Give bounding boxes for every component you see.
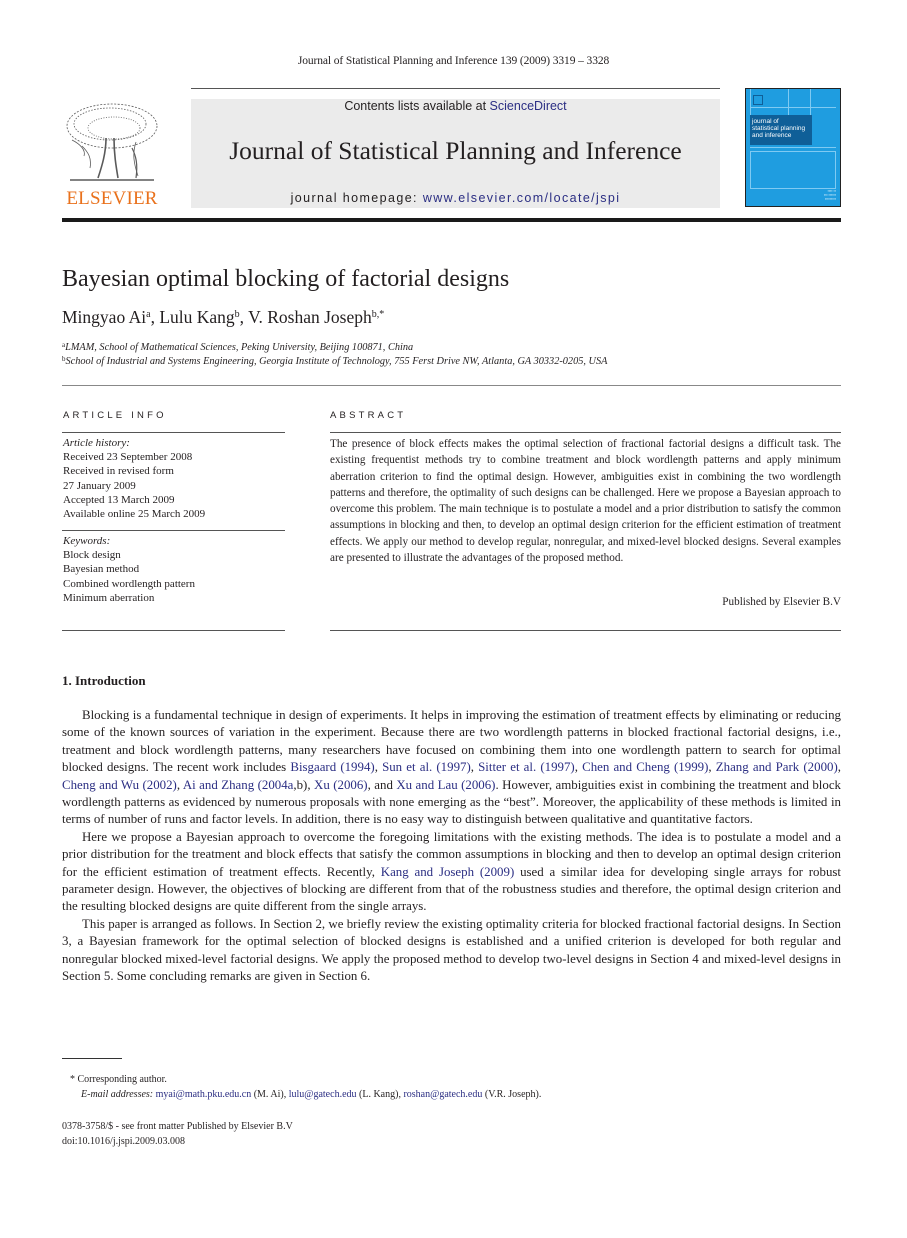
email-link[interactable]: roshan@gatech.edu bbox=[403, 1089, 482, 1100]
author: Mingyao Aia, bbox=[62, 307, 160, 327]
elsevier-logo[interactable]: ELSEVIER bbox=[62, 98, 162, 210]
running-head: Journal of Statistical Planning and Infe… bbox=[297, 55, 610, 67]
doi: doi:10.1016/j.jspi.2009.03.008 bbox=[62, 1136, 186, 1147]
history-label: Article history: bbox=[63, 437, 130, 449]
section-heading-introduction: 1. Introduction bbox=[62, 673, 146, 688]
history-item: Received in revised form bbox=[63, 465, 174, 478]
issn-line: 0378-3758/$ - see front matter Published… bbox=[62, 1121, 293, 1132]
keyword: Minimum aberration bbox=[63, 591, 155, 604]
history-item: 27 January 2009 bbox=[63, 479, 136, 492]
citation-link[interactable]: Zhang and Park (2000) bbox=[716, 760, 838, 774]
divider bbox=[330, 432, 841, 433]
citation-link[interactable]: Sun et al. (1997) bbox=[382, 760, 471, 774]
citation-link[interactable]: Cheng and Wu (2002) bbox=[62, 778, 177, 792]
cover-title-line: and inference bbox=[752, 132, 792, 139]
paragraph: Here we propose a Bayesian approach to o… bbox=[62, 829, 841, 914]
divider bbox=[62, 630, 285, 631]
article-history: Article history: Received 23 September 2… bbox=[63, 436, 285, 521]
contents-line: Contents lists available at ScienceDirec… bbox=[191, 99, 720, 113]
cover-logo-icon bbox=[753, 95, 763, 105]
cover-title-line: journal of bbox=[752, 118, 779, 125]
bottom-meta: 0378-3758/$ - see front matter Published… bbox=[62, 1119, 293, 1149]
email-label: E-mail addresses: bbox=[81, 1089, 156, 1100]
cover-imprint: ▪▪▪▪ ▪▪ ▪▪▪ ▪▪▪▪▪▪ ▪▪▪▪▪▪▪▪▪ bbox=[823, 189, 836, 201]
keyword: Bayesian method bbox=[63, 563, 140, 576]
journal-title: Journal of Statistical Planning and Infe… bbox=[229, 136, 682, 165]
article-title: Bayesian optimal blocking of factorial d… bbox=[62, 266, 510, 292]
abstract-heading: ABSTRACT bbox=[330, 410, 407, 421]
elsevier-wordmark: ELSEVIER bbox=[66, 188, 158, 209]
cover-title-line: statistical planning bbox=[752, 125, 806, 132]
affiliation-a: aLMAM, School of Mathematical Sciences, … bbox=[62, 341, 414, 353]
cover-title-panel: journal of statistical planning and infe… bbox=[750, 115, 812, 145]
abstract-text: The presence of block effects makes the … bbox=[330, 438, 841, 565]
keyword: Block design bbox=[63, 549, 121, 562]
citation-link[interactable]: Kang and Joseph (2009) bbox=[381, 865, 514, 879]
header-rule bbox=[191, 88, 720, 89]
contents-prefix: Contents lists available at bbox=[344, 99, 490, 113]
citation-link[interactable]: Sitter et al. (1997) bbox=[478, 760, 575, 774]
email-link[interactable]: myai@math.pku.edu.cn bbox=[156, 1089, 252, 1100]
corresponding-author-note: * Corresponding author. bbox=[70, 1074, 167, 1085]
citation-link[interactable]: Chen and Cheng (1999) bbox=[582, 760, 708, 774]
journal-cover-thumbnail[interactable]: journal of statistical planning and infe… bbox=[745, 88, 841, 207]
sciencedirect-link[interactable]: ScienceDirect bbox=[490, 99, 567, 113]
publisher-note: Published by Elsevier B.V bbox=[722, 596, 841, 608]
journal-banner: Contents lists available at ScienceDirec… bbox=[191, 99, 720, 208]
introduction-body: Blocking is a fundamental technique in d… bbox=[62, 707, 841, 986]
homepage-line: journal homepage: www.elsevier.com/locat… bbox=[191, 191, 720, 205]
author-list: Mingyao Aia, Lulu Kangb, V. Roshan Josep… bbox=[62, 307, 384, 328]
citation-link[interactable]: Xu (2006) bbox=[314, 778, 368, 792]
author: V. Roshan Josephb,* bbox=[248, 307, 385, 327]
divider bbox=[330, 630, 841, 631]
homepage-prefix: journal homepage: bbox=[290, 191, 423, 205]
paragraph: This paper is arranged as follows. In Se… bbox=[62, 916, 841, 984]
keywords: Keywords: Block design Bayesian method C… bbox=[63, 534, 285, 605]
keyword: Combined wordlength pattern bbox=[63, 577, 195, 590]
affiliation-b: bSchool of Industrial and Systems Engine… bbox=[62, 355, 608, 367]
citation-link[interactable]: Bisgaard (1994) bbox=[290, 760, 374, 774]
divider bbox=[62, 432, 285, 433]
email-link[interactable]: lulu@gatech.edu bbox=[289, 1089, 357, 1100]
divider bbox=[62, 385, 841, 386]
homepage-link[interactable]: www.elsevier.com/locate/jspi bbox=[423, 191, 621, 205]
elsevier-tree-icon bbox=[66, 103, 158, 181]
footnote-rule bbox=[62, 1058, 122, 1059]
history-item: Accepted 13 March 2009 bbox=[63, 493, 175, 506]
citation-link[interactable]: Xu and Lau (2006) bbox=[396, 778, 495, 792]
divider bbox=[62, 530, 285, 531]
article-info-heading: ARTICLE INFO bbox=[63, 410, 167, 421]
history-item: Available online 25 March 2009 bbox=[63, 508, 206, 521]
citation-link[interactable]: Ai and Zhang (2004a bbox=[183, 778, 294, 792]
paragraph: Blocking is a fundamental technique in d… bbox=[62, 708, 842, 827]
header-thick-rule bbox=[62, 218, 841, 222]
email-addresses: E-mail addresses: myai@math.pku.edu.cn (… bbox=[81, 1089, 542, 1100]
cover-content-box bbox=[750, 151, 836, 189]
author: Lulu Kangb, bbox=[159, 307, 249, 327]
history-item: Received 23 September 2008 bbox=[63, 451, 193, 464]
keywords-label: Keywords: bbox=[63, 535, 111, 547]
